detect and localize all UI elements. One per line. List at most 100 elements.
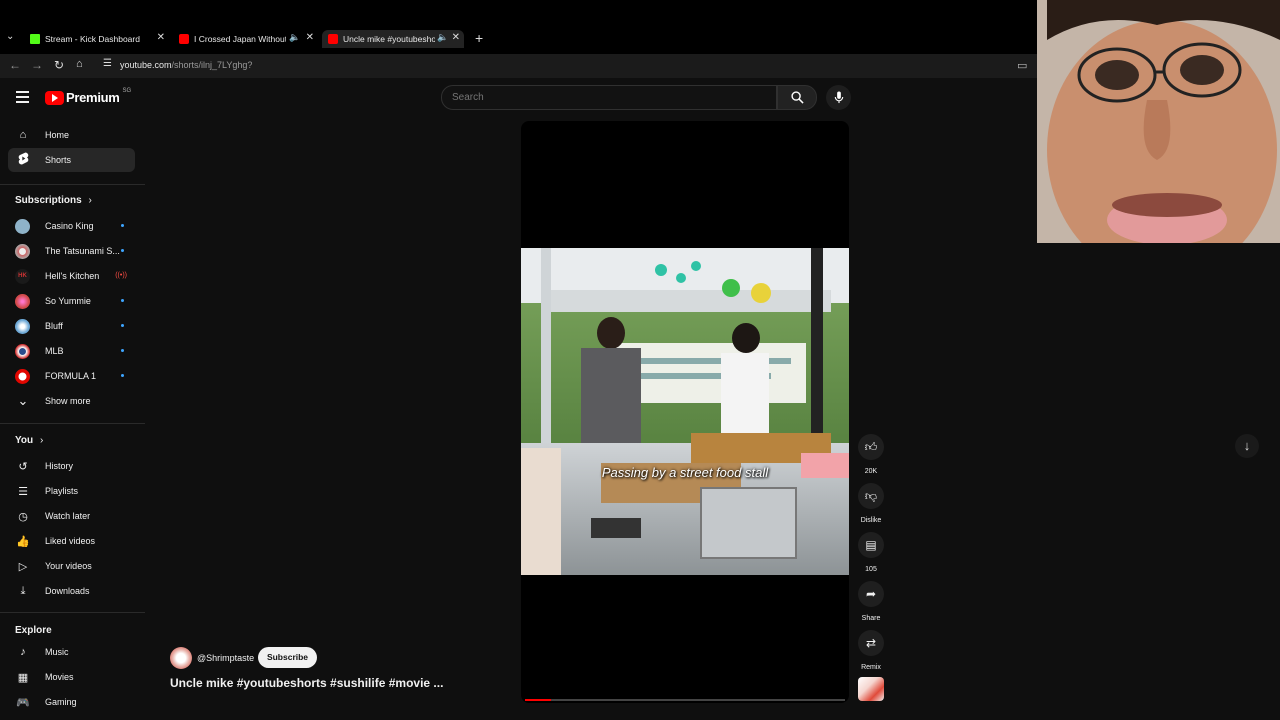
browser-tab-youtube-japan[interactable]: I Crossed Japan Without a I 🔈 ✕ xyxy=(179,30,314,48)
channel-avatar[interactable] xyxy=(170,647,192,669)
sidebar-item-your-videos[interactable]: ▷ Your videos xyxy=(8,554,135,578)
browser-tab-youtube-shorts[interactable]: Uncle mike #youtubeshorts 🔈 ✕ xyxy=(322,30,464,48)
next-short-button[interactable]: ↓ xyxy=(1235,434,1259,458)
microphone-icon xyxy=(834,91,843,104)
subscription-item[interactable]: The Tatsunami S... xyxy=(8,239,135,263)
cast-icon[interactable]: ▭ xyxy=(1017,59,1027,72)
subscription-item[interactable]: Casino King xyxy=(8,214,135,238)
new-tab-button[interactable]: + xyxy=(475,30,483,46)
sidebar-item-label: Liked videos xyxy=(45,536,96,546)
channel-avatar xyxy=(15,318,30,334)
share-label: Share xyxy=(861,615,881,622)
new-content-dot xyxy=(121,249,124,252)
chevron-right-icon: › xyxy=(88,195,92,206)
remix-button[interactable]: ⇄ Remix xyxy=(858,630,884,671)
subscription-item[interactable]: Bluff xyxy=(8,314,135,338)
download-icon: ⤓ xyxy=(20,584,26,597)
shorts-player[interactable]: Passing by a street food stall xyxy=(521,121,849,703)
dislike-button[interactable]: 👎︎ Dislike xyxy=(858,483,884,524)
sidebar-item-label: So Yummie xyxy=(45,296,91,306)
gaming-icon: 🎮 xyxy=(16,696,30,709)
home-icon: ⌂ xyxy=(19,129,27,141)
sidebar-item-watch-later[interactable]: ◷ Watch later xyxy=(8,504,135,528)
show-more-button[interactable]: ⌄ Show more xyxy=(8,389,135,413)
channel-avatar xyxy=(15,243,30,259)
sidebar-item-label: The Tatsunami S... xyxy=(45,246,120,256)
music-icon: ♪ xyxy=(20,646,26,658)
speaker-icon[interactable]: 🔈 xyxy=(437,32,448,43)
subscription-item[interactable]: HK Hell's Kitchen ((•)) xyxy=(8,264,135,288)
sidebar-divider xyxy=(0,423,145,424)
subscribe-button[interactable]: Subscribe xyxy=(258,647,317,668)
sidebar-item-movies[interactable]: ▦ Movies xyxy=(8,665,135,689)
sidebar-item-playlists[interactable]: ☰ Playlists xyxy=(8,479,135,503)
new-content-dot xyxy=(121,374,124,377)
sidebar-item-shorts[interactable]: Shorts xyxy=(8,148,135,172)
you-heading[interactable]: You › xyxy=(15,435,43,446)
progress-bar[interactable] xyxy=(525,699,845,701)
close-tab-icon[interactable]: ✕ xyxy=(306,32,314,43)
youtube-icon xyxy=(179,34,189,44)
channel-name[interactable]: @Shrimptaste xyxy=(197,653,254,663)
comment-icon: ▤ xyxy=(858,532,884,558)
reload-icon[interactable]: ↻ xyxy=(54,58,64,72)
thumbs-up-icon: 👍︎ xyxy=(858,434,884,460)
subscription-item[interactable]: FORMULA 1 xyxy=(8,364,135,388)
like-count: 20K xyxy=(864,468,878,475)
sidebar-item-gaming[interactable]: 🎮 Gaming xyxy=(8,690,135,714)
sidebar-item-history[interactable]: ↺ History xyxy=(8,454,135,478)
logo-country-code: SG xyxy=(122,87,132,94)
streamer-face-image xyxy=(1037,0,1280,243)
home-page-icon[interactable]: ⌂ xyxy=(76,58,83,70)
sidebar-item-label: Gaming xyxy=(45,697,77,707)
logo-text: Premium xyxy=(66,90,120,105)
browser-tab-kick[interactable]: Stream - Kick Dashboard ✕ xyxy=(30,30,165,48)
short-title[interactable]: Uncle mike #youtubeshorts #sushilife #mo… xyxy=(170,676,443,690)
channel-avatar xyxy=(15,293,30,309)
subscriptions-heading[interactable]: Subscriptions › xyxy=(15,195,92,206)
sidebar-item-label: Your videos xyxy=(45,561,92,571)
thumbs-down-icon: 👎︎ xyxy=(858,483,884,509)
sidebar-item-label: Music xyxy=(45,647,69,657)
live-icon: ((•)) xyxy=(115,272,127,279)
new-content-dot xyxy=(121,299,124,302)
sidebar-item-music[interactable]: ♪ Music xyxy=(8,640,135,664)
remix-label: Remix xyxy=(861,664,881,671)
sidebar-item-label: FORMULA 1 xyxy=(45,371,97,381)
youtube-icon xyxy=(328,34,338,44)
comments-button[interactable]: ▤ 105 xyxy=(858,532,884,573)
explore-heading: Explore xyxy=(15,625,52,636)
street-food-stall-scene xyxy=(521,248,849,575)
site-settings-icon[interactable]: ☰ xyxy=(103,58,112,69)
search-button[interactable] xyxy=(777,85,817,110)
sidebar-item-downloads[interactable]: ⤓ Downloads xyxy=(8,579,135,603)
new-content-dot xyxy=(121,324,124,327)
speaker-icon[interactable]: 🔈 xyxy=(289,32,300,43)
watch-later-icon: ◷ xyxy=(18,510,28,523)
voice-search-button[interactable] xyxy=(826,85,851,110)
comment-count: 105 xyxy=(865,566,877,573)
back-icon[interactable]: ← xyxy=(9,58,21,72)
tab-search-chevron-icon[interactable]: ⌄ xyxy=(6,31,14,42)
sidebar-item-home[interactable]: ⌂ Home xyxy=(8,123,135,147)
close-tab-icon[interactable]: ✕ xyxy=(157,32,165,43)
sidebar-item-label: Home xyxy=(45,130,70,140)
url-field[interactable]: youtube.com/shorts/ilnj_7LYghg? xyxy=(120,60,252,70)
new-content-dot xyxy=(121,224,124,227)
search-box xyxy=(441,85,777,110)
movies-icon: ▦ xyxy=(17,671,29,684)
like-button[interactable]: 👍︎ 20K xyxy=(858,434,884,475)
forward-icon[interactable]: → xyxy=(31,58,43,72)
sound-thumbnail[interactable] xyxy=(858,677,884,701)
sidebar-item-liked-videos[interactable]: 👍 Liked videos xyxy=(8,529,135,553)
subscription-item[interactable]: MLB xyxy=(8,339,135,363)
youtube-premium-logo[interactable]: Premium SG xyxy=(45,87,132,105)
close-tab-icon[interactable]: ✕ xyxy=(452,32,460,43)
search-input[interactable] xyxy=(442,86,776,109)
share-button[interactable]: ➦ Share xyxy=(858,581,884,622)
subscription-item[interactable]: So Yummie xyxy=(8,289,135,313)
sidebar-divider xyxy=(0,184,145,185)
guide-menu-icon[interactable] xyxy=(16,91,29,103)
sidebar-divider xyxy=(0,612,145,613)
sidebar-item-label: Downloads xyxy=(45,586,90,596)
